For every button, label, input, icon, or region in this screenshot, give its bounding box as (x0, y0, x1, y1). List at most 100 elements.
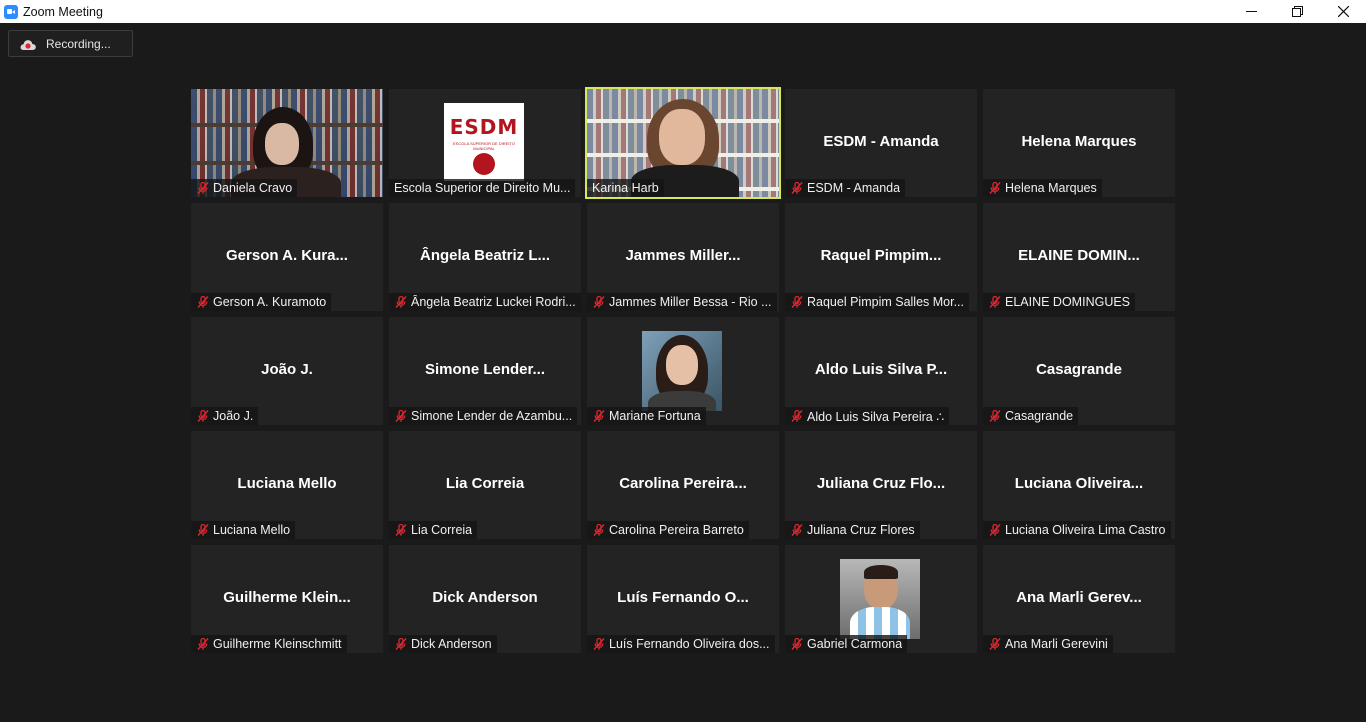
participant-display-name: Guilherme Klein... (223, 589, 351, 606)
participant-name-label: Gabriel Carmona (785, 635, 908, 653)
participant-name-label: Ana Marli Gerevini (983, 635, 1113, 653)
participant-name-label: Luís Fernando Oliveira dos... (587, 635, 775, 653)
participant-name: Casagrande (1005, 409, 1074, 423)
participant-name-label: Juliana Cruz Flores (785, 521, 920, 539)
participant-name: Lia Correia (411, 523, 473, 537)
participant-name-label: ESDM - Amanda (785, 179, 906, 197)
zoom-app-icon (4, 4, 18, 19)
participant-tile[interactable]: Lia Correia Lia Correia (389, 431, 581, 539)
participant-tile[interactable]: Gerson A. Kura... Gerson A. Kuramoto (191, 203, 383, 311)
participant-photo (642, 331, 722, 411)
participant-tile[interactable]: Helena Marques Helena Marques (983, 89, 1175, 197)
participant-display-name: Lia Correia (445, 475, 525, 492)
participant-tile[interactable]: Juliana Cruz Flo... Juliana Cruz Flores (785, 431, 977, 539)
participant-name: Ana Marli Gerevini (1005, 637, 1108, 651)
participant-tile[interactable]: ESDM ESCOLA SUPERIOR DE DIREITO MUNICIPAL… (389, 89, 581, 197)
window-title: Zoom Meeting (23, 4, 103, 19)
participant-tile[interactable]: Ana Marli Gerev... Ana Marli Gerevini (983, 545, 1175, 653)
restore-button[interactable] (1274, 0, 1320, 23)
participant-display-name: ESDM - Amanda (823, 133, 939, 150)
participant-name-label: Lia Correia (389, 521, 478, 539)
minimize-button[interactable] (1228, 0, 1274, 23)
participant-tile[interactable]: ESDM - Amanda ESDM - Amanda (785, 89, 977, 197)
participant-tile[interactable]: Mariane Fortuna (587, 317, 779, 425)
participant-tile[interactable]: Guilherme Klein... Guilherme Kleinschmitt (191, 545, 383, 653)
participant-display-name: Aldo Luis Silva P... (814, 361, 948, 378)
participant-tile[interactable]: Simone Lender... Simone Lender de Azambu.… (389, 317, 581, 425)
participant-display-name: ELAINE DOMIN... (1018, 247, 1140, 264)
participant-tile[interactable]: Dick Anderson Dick Anderson (389, 545, 581, 653)
participant-display-name: Ana Marli Gerev... (1016, 589, 1142, 606)
participant-name: Helena Marques (1005, 181, 1097, 195)
participant-name: Luciana Oliveira Lima Castro (1005, 523, 1166, 537)
participant-name: Ângela Beatriz Luckei Rodri... (411, 295, 576, 309)
participant-name-label: Mariane Fortuna (587, 407, 706, 425)
muted-mic-icon (196, 523, 210, 537)
participant-display-name: Juliana Cruz Flo... (816, 475, 946, 492)
participant-name: Mariane Fortuna (609, 409, 701, 423)
participant-display-name: Luís Fernando O... (617, 589, 749, 606)
close-button[interactable] (1320, 0, 1366, 23)
participant-name: Karina Harb (592, 181, 659, 195)
participant-name-label: Raquel Pimpim Salles Mor... (785, 293, 970, 311)
participant-display-name: Carolina Pereira... (619, 475, 747, 492)
participant-tile[interactable]: Karina Harb (585, 87, 781, 199)
participant-display-name: Luciana Oliveira... (1014, 475, 1144, 492)
participant-name: Luís Fernando Oliveira dos... (609, 637, 770, 651)
participant-name: Luciana Mello (213, 523, 291, 537)
muted-mic-icon (790, 523, 804, 537)
gallery-grid: Daniela Cravo ESDM ESCOLA SUPERIOR DE DIRE… (191, 87, 1175, 653)
recording-indicator[interactable]: Recording... (8, 30, 133, 57)
participant-name-label: ELAINE DOMINGUES (983, 293, 1136, 311)
participant-display-name: Gerson A. Kura... (226, 247, 348, 264)
participant-display-name: Ângela Beatriz L... (419, 247, 551, 264)
participant-name: Guilherme Kleinschmitt (213, 637, 342, 651)
participant-photo (840, 559, 920, 639)
participant-name-label: Ângela Beatriz Luckei Rodri... (389, 293, 581, 311)
participant-tile[interactable]: Ângela Beatriz L... Ângela Beatriz Luckei… (389, 203, 581, 311)
participant-tile[interactable]: Raquel Pimpim... Raquel Pimpim Salles Mor… (785, 203, 977, 311)
participant-tile[interactable]: Aldo Luis Silva P... Aldo Luis Silva Pere… (785, 317, 977, 425)
participant-name-label: Jammes Miller Bessa - Rio ... (587, 293, 777, 311)
muted-mic-icon (790, 295, 804, 309)
muted-mic-icon (988, 181, 1002, 195)
participant-display-name: Dick Anderson (432, 589, 538, 606)
participant-tile[interactable]: Luciana Oliveira... Luciana Oliveira Lima… (983, 431, 1175, 539)
participant-tile[interactable]: Gabriel Carmona (785, 545, 977, 653)
participant-tile[interactable]: Daniela Cravo (191, 89, 383, 197)
participant-name: Aldo Luis Silva Pereira ∴ (807, 409, 945, 424)
participant-name-label: Casagrande (983, 407, 1079, 425)
participant-name: Raquel Pimpim Salles Mor... (807, 295, 965, 309)
participant-name: Escola Superior de Direito Mu... (394, 181, 571, 195)
participant-display-name: Casagrande (1036, 361, 1122, 378)
participant-tile[interactable]: ELAINE DOMIN... ELAINE DOMINGUES (983, 203, 1175, 311)
participant-display-name: João J. (261, 361, 313, 378)
participant-tile[interactable]: João J. João J. (191, 317, 383, 425)
muted-mic-icon (988, 295, 1002, 309)
participant-tile[interactable]: Jammes Miller... Jammes Miller Bessa - Ri… (587, 203, 779, 311)
participant-name-label: Daniela Cravo (191, 179, 298, 197)
muted-mic-icon (196, 181, 210, 195)
muted-mic-icon (592, 409, 606, 423)
muted-mic-icon (394, 523, 408, 537)
participant-name: Dick Anderson (411, 637, 492, 651)
muted-mic-icon (988, 637, 1002, 651)
participant-tile[interactable]: Luciana Mello Luciana Mello (191, 431, 383, 539)
participant-name: Gabriel Carmona (807, 637, 903, 651)
muted-mic-icon (196, 295, 210, 309)
participant-tile[interactable]: Luís Fernando O... Luís Fernando Oliveira… (587, 545, 779, 653)
participant-name: Simone Lender de Azambu... (411, 409, 573, 423)
window-controls (1228, 0, 1366, 23)
muted-mic-icon (592, 523, 606, 537)
muted-mic-icon (394, 295, 408, 309)
muted-mic-icon (988, 523, 1002, 537)
muted-mic-icon (394, 409, 408, 423)
muted-mic-icon (196, 409, 210, 423)
muted-mic-icon (196, 637, 210, 651)
participant-name-label: Karina Harb (587, 179, 664, 197)
participant-tile[interactable]: Casagrande Casagrande (983, 317, 1175, 425)
participant-name: João J. (213, 409, 254, 423)
recording-cloud-icon (20, 38, 36, 50)
participant-display-name: Simone Lender... (424, 361, 546, 378)
participant-tile[interactable]: Carolina Pereira... Carolina Pereira Barr… (587, 431, 779, 539)
